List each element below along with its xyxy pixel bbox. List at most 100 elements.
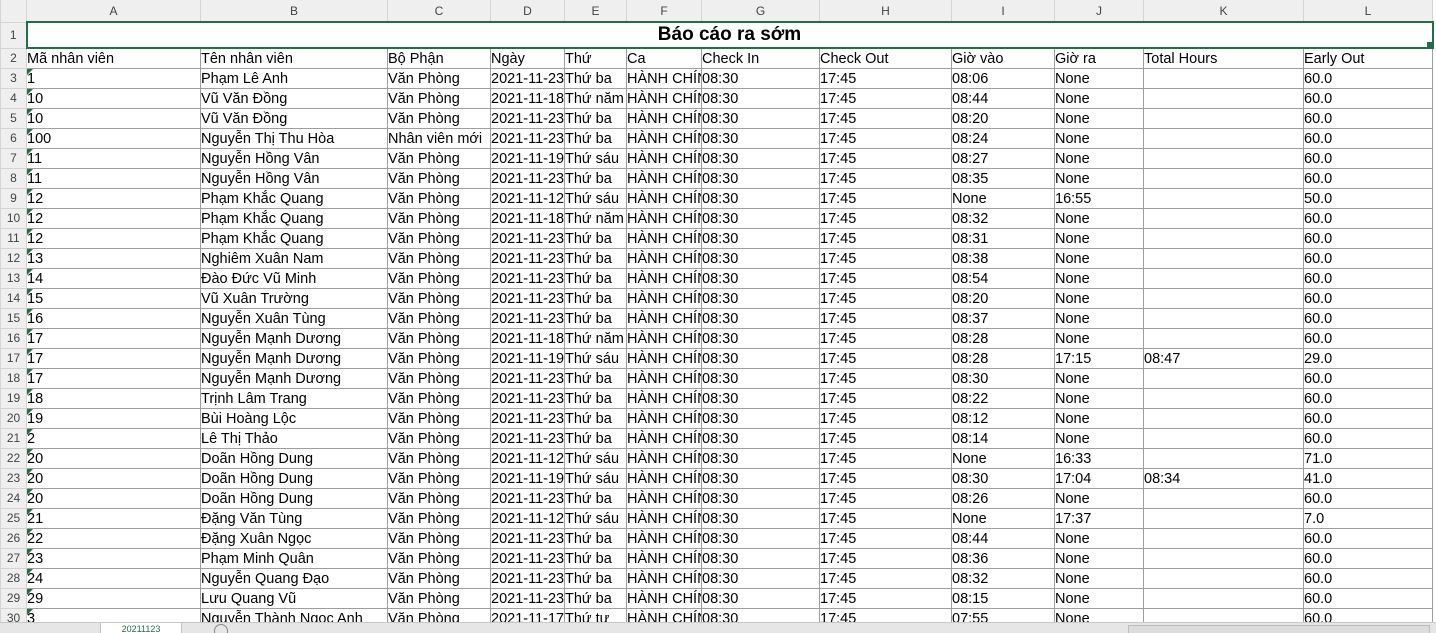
table-cell[interactable]: Văn Phòng — [387, 348, 491, 369]
table-cell[interactable]: Văn Phòng — [387, 288, 491, 309]
table-cell[interactable]: None — [1054, 148, 1144, 169]
table-cell[interactable]: Thứ ba — [564, 288, 627, 309]
table-cell[interactable]: 08:36 — [951, 548, 1055, 569]
table-cell[interactable]: Văn Phòng — [387, 568, 491, 589]
row-header[interactable]: 24 — [0, 487, 27, 509]
table-cell[interactable]: 17:45 — [819, 88, 952, 109]
table-cell[interactable]: HÀNH CHÍNH — [626, 248, 702, 269]
table-cell[interactable] — [1143, 568, 1304, 589]
table-cell[interactable]: Thứ ba — [564, 248, 627, 269]
row-header[interactable]: 7 — [0, 147, 27, 169]
table-cell[interactable]: 60.0 — [1303, 308, 1433, 329]
table-cell[interactable]: 08:28 — [951, 328, 1055, 349]
table-cell[interactable]: HÀNH CHÍNH — [626, 528, 702, 549]
table-cell[interactable]: 2021-11-18 — [490, 88, 565, 109]
table-cell[interactable]: HÀNH CHÍNH — [626, 128, 702, 149]
table-cell[interactable]: 2021-11-18 — [490, 208, 565, 229]
table-cell[interactable]: Đặng Xuân Ngọc — [200, 528, 388, 549]
table-cell[interactable]: Văn Phòng — [387, 388, 491, 409]
table-cell[interactable]: 16:33 — [1054, 448, 1144, 469]
column-header-g[interactable]: G — [701, 0, 820, 23]
table-cell[interactable]: 17:45 — [819, 408, 952, 429]
header-cell[interactable]: Total Hours — [1143, 48, 1304, 69]
table-cell[interactable]: 08:31 — [951, 228, 1055, 249]
table-cell[interactable]: None — [1054, 308, 1144, 329]
table-cell[interactable]: Văn Phòng — [387, 488, 491, 509]
row-header[interactable]: 15 — [0, 307, 27, 329]
header-cell[interactable]: Bộ Phận — [387, 48, 491, 69]
table-cell[interactable]: 08:22 — [951, 388, 1055, 409]
table-cell[interactable]: 13 — [26, 248, 201, 269]
table-cell[interactable]: 08:30 — [701, 348, 820, 369]
row-header[interactable]: 14 — [0, 287, 27, 309]
header-cell[interactable]: Ca — [626, 48, 702, 69]
table-cell[interactable]: 17 — [26, 328, 201, 349]
table-cell[interactable]: 08:30 — [701, 388, 820, 409]
table-cell[interactable]: Thứ tư — [564, 608, 627, 622]
column-header-b[interactable]: B — [200, 0, 388, 23]
table-cell[interactable] — [1143, 368, 1304, 389]
table-cell[interactable]: 17:45 — [819, 68, 952, 89]
table-cell[interactable]: Thứ ba — [564, 128, 627, 149]
table-cell[interactable]: Văn Phòng — [387, 468, 491, 489]
row-header[interactable]: 3 — [0, 67, 27, 89]
table-cell[interactable]: 100 — [26, 128, 201, 149]
table-cell[interactable]: 08:30 — [701, 488, 820, 509]
table-cell[interactable]: 08:30 — [951, 368, 1055, 389]
table-cell[interactable]: 08:38 — [951, 248, 1055, 269]
table-cell[interactable]: Thứ ba — [564, 568, 627, 589]
row-header[interactable]: 27 — [0, 547, 27, 569]
table-cell[interactable]: 17:45 — [819, 108, 952, 129]
table-cell[interactable]: Doãn Hồng Dung — [200, 488, 388, 509]
table-cell[interactable]: Văn Phòng — [387, 68, 491, 89]
table-cell[interactable]: 08:32 — [951, 568, 1055, 589]
table-cell[interactable] — [1143, 548, 1304, 569]
table-cell[interactable]: 2021-11-23 — [490, 308, 565, 329]
table-cell[interactable]: 08:37 — [951, 308, 1055, 329]
table-cell[interactable]: 2021-11-17 — [490, 608, 565, 622]
table-cell[interactable]: 2021-11-23 — [490, 108, 565, 129]
table-cell[interactable]: 60.0 — [1303, 228, 1433, 249]
table-cell[interactable]: 11 — [26, 168, 201, 189]
row-header[interactable]: 5 — [0, 107, 27, 129]
table-cell[interactable]: Văn Phòng — [387, 408, 491, 429]
table-cell[interactable]: HÀNH CHÍNH — [626, 268, 702, 289]
table-cell[interactable]: 60.0 — [1303, 68, 1433, 89]
table-cell[interactable] — [1143, 608, 1304, 622]
table-cell[interactable]: Thứ ba — [564, 228, 627, 249]
table-cell[interactable]: HÀNH CHÍNH — [626, 568, 702, 589]
table-cell[interactable]: 08:30 — [701, 208, 820, 229]
fill-handle[interactable] — [1425, 41, 1431, 46]
table-cell[interactable]: None — [1054, 388, 1144, 409]
table-cell[interactable]: 08:28 — [951, 348, 1055, 369]
table-cell[interactable]: Văn Phòng — [387, 268, 491, 289]
table-cell[interactable]: HÀNH CHÍNH — [626, 308, 702, 329]
table-cell[interactable]: Nghiêm Xuân Nam — [200, 248, 388, 269]
table-cell[interactable] — [1143, 188, 1304, 209]
table-cell[interactable]: Văn Phòng — [387, 248, 491, 269]
table-cell[interactable]: 08:34 — [1143, 468, 1304, 489]
table-cell[interactable] — [1143, 448, 1304, 469]
table-cell[interactable]: 7.0 — [1303, 508, 1433, 529]
table-cell[interactable]: 60.0 — [1303, 208, 1433, 229]
row-header[interactable]: 28 — [0, 567, 27, 589]
table-cell[interactable]: Văn Phòng — [387, 608, 491, 622]
table-cell[interactable] — [1143, 408, 1304, 429]
row-header[interactable]: 11 — [0, 227, 27, 249]
table-cell[interactable]: 18 — [26, 388, 201, 409]
table-cell[interactable]: 10 — [26, 108, 201, 129]
table-cell[interactable]: None — [1054, 428, 1144, 449]
column-header-i[interactable]: I — [951, 0, 1055, 23]
table-cell[interactable]: 2021-11-23 — [490, 408, 565, 429]
table-cell[interactable] — [1143, 288, 1304, 309]
table-cell[interactable]: Văn Phòng — [387, 428, 491, 449]
table-cell[interactable]: 17:45 — [819, 588, 952, 609]
table-cell[interactable]: 2021-11-18 — [490, 328, 565, 349]
table-cell[interactable]: HÀNH CHÍNH — [626, 168, 702, 189]
table-cell[interactable]: 08:44 — [951, 88, 1055, 109]
table-cell[interactable]: 2021-11-23 — [490, 368, 565, 389]
table-cell[interactable]: 17:45 — [819, 348, 952, 369]
row-header[interactable]: 17 — [0, 347, 27, 369]
table-cell[interactable]: 15 — [26, 288, 201, 309]
row-header[interactable]: 22 — [0, 447, 27, 469]
